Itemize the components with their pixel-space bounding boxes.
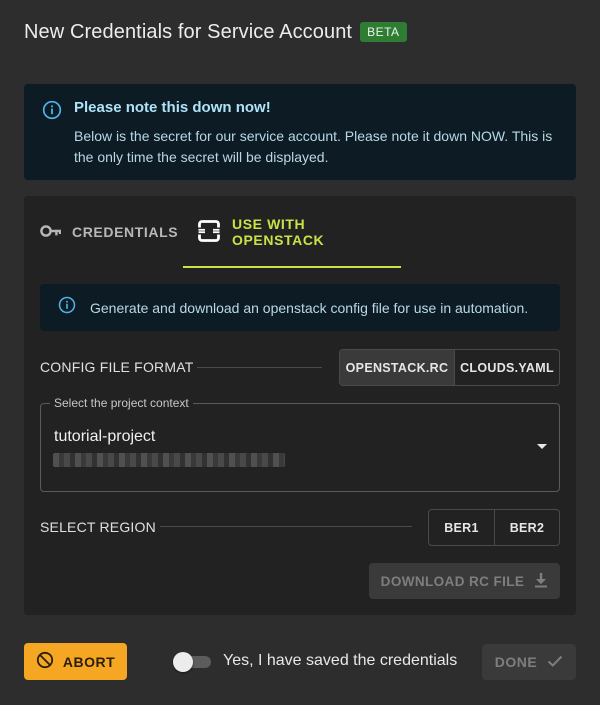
- region-label: SELECT REGION: [40, 519, 156, 535]
- check-icon: [537, 654, 563, 671]
- abort-label: ABORT: [62, 653, 116, 670]
- download-rc-file-button[interactable]: DOWNLOAD RC FILE: [369, 563, 560, 599]
- region-toggle: BER1 BER2: [428, 509, 560, 546]
- project-select-value: tutorial-project: [54, 428, 156, 445]
- done-button[interactable]: DONE: [482, 644, 576, 680]
- region-ber2-button[interactable]: BER2: [494, 510, 559, 545]
- info-icon: [42, 100, 62, 125]
- toggle-thumb: [173, 652, 193, 672]
- project-select-legend: Select the project context: [50, 396, 193, 410]
- download-rc-file-label: DOWNLOAD RC FILE: [380, 573, 525, 589]
- done-label: DONE: [494, 654, 538, 670]
- note-title: Please note this down now!: [74, 99, 271, 116]
- format-clouds-yaml-button[interactable]: CLOUDS.YAML: [454, 350, 559, 385]
- active-tab-indicator: [183, 266, 401, 268]
- format-openstack-rc-button[interactable]: OPENSTACK.RC: [340, 350, 454, 385]
- key-icon: [40, 224, 72, 240]
- project-id-redacted: [53, 453, 285, 467]
- note-banner: Please note this down now! Below is the …: [24, 84, 576, 180]
- config-format-toggle: OPENSTACK.RC CLOUDS.YAML: [339, 349, 560, 386]
- config-format-divider: [197, 367, 322, 368]
- region-ber1-button[interactable]: BER1: [429, 510, 494, 545]
- download-icon: [524, 572, 548, 591]
- note-text: Below is the secret for our service acco…: [74, 128, 553, 165]
- saved-credentials-toggle[interactable]: [173, 652, 211, 672]
- cancel-icon: [36, 651, 63, 672]
- dialog-header: New Credentials for Service Account BETA: [24, 19, 407, 45]
- dialog-title: New Credentials for Service Account: [24, 20, 353, 43]
- abort-button[interactable]: ABORT: [24, 643, 127, 680]
- tab-openstack-label: USE WITH OPENSTACK: [232, 216, 325, 248]
- saved-credentials-label: Yes, I have saved the credentials: [223, 652, 458, 669]
- config-format-label: CONFIG FILE FORMAT: [40, 359, 194, 375]
- project-select[interactable]: Select the project context tutorial-proj…: [40, 396, 560, 492]
- beta-badge: BETA: [360, 22, 407, 42]
- openstack-icon: [198, 219, 232, 245]
- openstack-info-banner: Generate and download an openstack confi…: [40, 284, 560, 331]
- openstack-info-text: Generate and download an openstack confi…: [90, 299, 529, 316]
- info-icon: [58, 296, 76, 319]
- region-divider: [160, 526, 412, 527]
- tab-openstack[interactable]: USE WITH OPENSTACK: [183, 196, 401, 268]
- dropdown-arrow-icon: [537, 444, 547, 449]
- credentials-card: CREDENTIALS USE WITH OPENSTACK Generate …: [24, 196, 576, 615]
- credentials-dialog: New Credentials for Service Account BETA…: [0, 0, 600, 705]
- tab-credentials-label: CREDENTIALS: [72, 224, 179, 240]
- tab-credentials[interactable]: CREDENTIALS: [40, 196, 183, 268]
